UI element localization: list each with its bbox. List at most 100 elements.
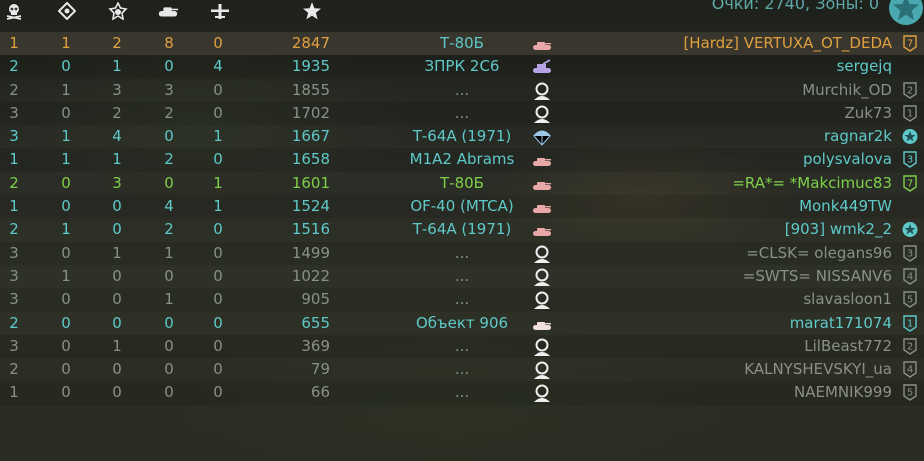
- rank-badge-icon: 3: [902, 151, 918, 169]
- deaths-cell: 2: [9, 79, 24, 102]
- player-row[interactable]: 1 1 2 8 0 2847 Т-80Б [Hardz] VERTUXA_OT_DEDA 7: [0, 32, 924, 56]
- player-name[interactable]: LilBeast772: [804, 335, 892, 358]
- vehicle-name: ...: [454, 383, 470, 402]
- stat-cell-2: 1: [61, 125, 76, 148]
- player-name[interactable]: marat171074: [790, 312, 892, 335]
- vehicle-name: ...: [454, 290, 470, 309]
- spaa-icon: [531, 57, 553, 77]
- points-value: 79: [310, 360, 330, 379]
- rank-badge-icon: 2: [902, 338, 918, 355]
- plane-icon: [209, 2, 231, 20]
- player-name[interactable]: slavasloon1: [803, 288, 892, 311]
- player-name[interactable]: Monk449TW: [799, 195, 892, 218]
- stat-cell-5-value: 4: [213, 57, 223, 76]
- deaths-cell-value: 2: [9, 57, 19, 76]
- vehicle-name: ...: [454, 80, 470, 99]
- stat-cell-5: 1: [213, 195, 228, 218]
- stat-cell-5-value: 0: [213, 243, 223, 262]
- stat-cell-4-value: 1: [164, 290, 174, 309]
- player-name[interactable]: sergejq: [837, 55, 892, 78]
- stat-cell-4: 3: [164, 79, 179, 102]
- rank-badge-icon: 4: [902, 268, 918, 285]
- deaths-cell-value: 3: [9, 336, 19, 355]
- stat-cell-5: 1: [213, 172, 228, 195]
- stat-cell-4-value: 2: [164, 150, 174, 169]
- stat-cell-3-value: 2: [112, 34, 122, 52]
- stat-cell-4-value: 0: [164, 173, 174, 192]
- stat-cell-3: 2: [112, 102, 127, 125]
- player-name[interactable]: Zuk73: [844, 102, 892, 125]
- stat-cell-2-value: 1: [61, 80, 71, 99]
- stat-cell-4: 0: [164, 172, 179, 195]
- player-name[interactable]: =SWTS= NISSANV6: [743, 265, 892, 288]
- stat-cell-5-value: 0: [213, 220, 223, 239]
- stat-cell-4: 0: [164, 358, 179, 381]
- player-row[interactable]: 2 0 0 0 0 655 Объект 906 marat171074 1: [0, 312, 924, 335]
- stat-cell-4: 8: [164, 32, 179, 55]
- stat-cell-4: 2: [164, 218, 179, 241]
- player-row[interactable]: 3 1 4 0 1 1667 Т-64А (1971) ragnar2k: [0, 125, 924, 148]
- player-name[interactable]: =CLSK= olegans96: [746, 242, 892, 265]
- stat-cell-4: 1: [164, 242, 179, 265]
- points-value: 1022: [291, 266, 330, 285]
- stat-cell-3-value: 0: [112, 360, 122, 379]
- player-name[interactable]: Murchik_OD: [802, 79, 892, 102]
- vehicle-name: ...: [454, 103, 470, 122]
- vehicle-name: ...: [454, 266, 470, 285]
- player-name[interactable]: ragnar2k: [824, 125, 892, 148]
- stat-cell-5: 0: [213, 218, 228, 241]
- stat-cell-3-value: 1: [112, 57, 122, 76]
- stat-cell-2-value: 0: [61, 290, 71, 309]
- player-name[interactable]: polysvalova: [803, 148, 892, 171]
- player-row[interactable]: 3 0 0 1 0 905... slavasloon1 5: [0, 288, 924, 312]
- stat-cell-3: 0: [112, 265, 127, 288]
- player-row[interactable]: 2 0 3 0 1 1601 Т-80Б =RA*= *Makcimuc83 7: [0, 172, 924, 195]
- player-row[interactable]: 3 0 1 1 0 1499... =CLSK= olegans96 3: [0, 241, 924, 265]
- player-name[interactable]: [903] wmk2_2: [785, 218, 892, 241]
- player-name[interactable]: KALNYSHEVSKYI_ua: [744, 358, 892, 381]
- player-row[interactable]: 3 0 2 2 0 1702... Zuk73 1: [0, 101, 924, 126]
- stat-cell-3: 1: [112, 335, 127, 358]
- stat-cell-2-value: 1: [61, 127, 71, 146]
- deaths-cell-value: 2: [9, 80, 19, 99]
- deaths-cell: 3: [9, 242, 24, 265]
- player-row[interactable]: 1 0 0 4 1 1524 OF-40 (MTCA) Monk449TW: [0, 195, 924, 219]
- stat-cell-3-value: 3: [112, 80, 122, 99]
- svg-text:5: 5: [907, 295, 913, 306]
- player-name[interactable]: =RA*= *Makcimuc83: [732, 172, 892, 195]
- stat-cell-5-value: 0: [213, 103, 223, 122]
- points-value: 1702: [291, 103, 330, 122]
- stat-cell-4-value: 0: [164, 383, 174, 402]
- player-row[interactable]: 2 1 0 2 0 1516 Т-64А (1971) [903] wmk2_2: [0, 218, 924, 241]
- tank-icon: [531, 197, 553, 217]
- stat-cell-4: 2: [164, 102, 179, 125]
- stat-cell-5: 0: [213, 242, 228, 265]
- rank-star-icon: [902, 128, 918, 145]
- stat-cell-3: 0: [112, 218, 127, 241]
- player-row[interactable]: 3 1 0 0 0 1022... =SWTS= NISSANV6 4: [0, 265, 924, 288]
- deaths-cell: 3: [9, 335, 24, 358]
- player-row[interactable]: 2 0 0 0 0 79... KALNYSHEVSKYI_ua 4: [0, 358, 924, 381]
- player-name[interactable]: NAEMNIK999: [794, 381, 892, 404]
- deaths-cell: 2: [9, 358, 24, 381]
- svg-text:1: 1: [907, 318, 913, 329]
- stat-cell-2-value: 0: [61, 336, 71, 355]
- rank-badge-icon: 7: [902, 175, 918, 192]
- player-row[interactable]: 2 0 1 0 4 1935 ЗПРК 2С6 sergejq: [0, 55, 924, 79]
- player-row[interactable]: 3 0 1 0 0 369... LilBeast772 2: [0, 334, 924, 359]
- player-row[interactable]: 1 0 0 0 0 66... NAEMNIK999 5: [0, 381, 924, 405]
- tank-icon: [531, 150, 553, 170]
- stat-cell-4-value: 0: [164, 360, 174, 379]
- stat-cell-2: 0: [61, 288, 76, 311]
- stat-cell-3: 3: [112, 172, 127, 195]
- player-row[interactable]: 2 1 3 3 0 1855... Murchik_OD 2: [0, 79, 924, 102]
- stat-cell-3: 0: [112, 358, 127, 381]
- deaths-cell-value: 3: [9, 290, 19, 309]
- player-row[interactable]: 1 1 1 2 0 1658 M1A2 Abrams polysvalova 3: [0, 148, 924, 172]
- stat-cell-3-value: 1: [112, 336, 122, 355]
- stat-cell-5-value: 0: [213, 383, 223, 402]
- team-star-badge-icon: [884, 0, 924, 30]
- deaths-cell-value: 2: [9, 220, 19, 239]
- stat-cell-3: 2: [112, 32, 127, 55]
- player-name[interactable]: [Hardz] VERTUXA_OT_DEDA: [683, 32, 892, 55]
